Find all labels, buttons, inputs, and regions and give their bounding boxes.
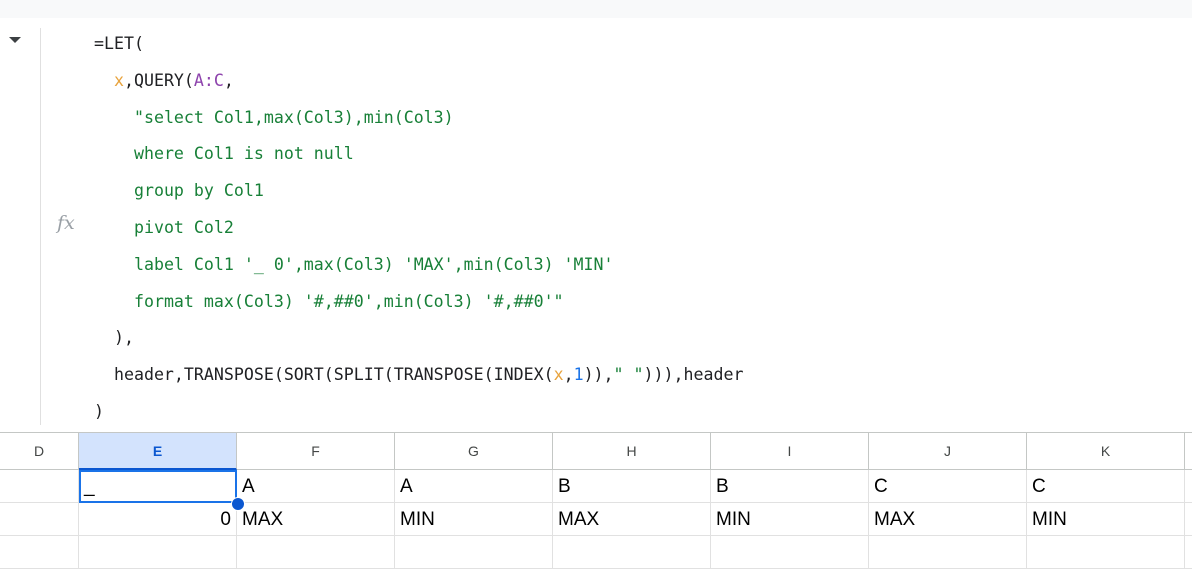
cell-f1[interactable]: A: [237, 470, 395, 502]
top-strip: [0, 0, 1192, 18]
formula-token: [94, 181, 134, 200]
cell-i2[interactable]: MIN: [711, 503, 869, 535]
formula-token: x: [553, 365, 564, 385]
formula-line: pivot Col2: [94, 210, 743, 247]
formula-token: [94, 292, 134, 311]
formula-token: format max(Col3) '#,##0',min(Col3) '#,##…: [133, 291, 564, 311]
column-header-j[interactable]: J: [869, 433, 1027, 470]
formula-line: ): [94, 394, 743, 431]
formula-line: header,TRANSPOSE(SORT(SPLIT(TRANSPOSE(IN…: [94, 357, 743, 394]
formula-bar-divider: [40, 28, 41, 425]
formula-token: pivot Col2: [133, 217, 234, 237]
formula-token: ,: [563, 365, 574, 385]
formula-token: [94, 71, 114, 90]
cell-g3[interactable]: [395, 536, 553, 568]
cell-k1[interactable]: C: [1027, 470, 1185, 502]
formula-token: ,QUERY(: [123, 70, 194, 90]
formula-token: [94, 108, 134, 127]
cell-j3[interactable]: [869, 536, 1027, 568]
cell-g1[interactable]: A: [395, 470, 553, 502]
formula-editor[interactable]: =LET( x,QUERY(A:C, "select Col1,max(Col3…: [94, 26, 743, 431]
formula-line: x,QUERY(A:C,: [94, 63, 743, 100]
formula-line: label Col1 '_ 0',max(Col3) 'MAX',min(Col…: [94, 247, 743, 284]
cell-j2[interactable]: MAX: [869, 503, 1027, 535]
table-row: [0, 536, 1192, 569]
cell-h3[interactable]: [553, 536, 711, 568]
cell-d3[interactable]: [0, 536, 79, 568]
formula-token: "select Col1,max(Col3),min(Col3): [133, 107, 454, 127]
table-row: 0 MAX MIN MAX MIN MAX MIN: [0, 503, 1192, 536]
cell-e1[interactable]: _: [79, 470, 237, 502]
column-header-g[interactable]: G: [395, 433, 553, 470]
cell-k3[interactable]: [1027, 536, 1185, 568]
fill-handle[interactable]: [231, 497, 245, 511]
formula-line: "select Col1,max(Col3),min(Col3): [94, 100, 743, 137]
formula-token: ,: [223, 70, 234, 90]
formula-token: x: [113, 70, 124, 90]
table-row: _ A A B B C C: [0, 470, 1192, 503]
formula-token: ): [94, 401, 104, 421]
column-header-e[interactable]: E: [79, 433, 237, 470]
cell-i3[interactable]: [711, 536, 869, 568]
formula-token: label Col1 '_ 0',max(Col3) 'MAX',min(Col…: [133, 254, 614, 274]
cell-g2[interactable]: MIN: [395, 503, 553, 535]
formula-token: [94, 144, 134, 163]
formula-line: ),: [94, 320, 743, 357]
formula-token: header,TRANSPOSE(SORT(SPLIT(TRANSPOSE(IN…: [94, 365, 554, 385]
cell-e3[interactable]: [79, 536, 237, 568]
formula-token: 1: [573, 365, 584, 385]
cell-d1[interactable]: [0, 470, 79, 502]
formula-line: =LET(: [94, 26, 743, 63]
formula-bar[interactable]: fx =LET( x,QUERY(A:C, "select Col1,max(C…: [0, 18, 1192, 432]
cell-h1[interactable]: B: [553, 470, 711, 502]
formula-token: " ": [613, 365, 644, 385]
column-header-i[interactable]: I: [711, 433, 869, 470]
formula-line: format max(Col3) '#,##0',min(Col3) '#,##…: [94, 284, 743, 321]
spreadsheet-grid[interactable]: D E F G H I J K _ A A B B C C 0 MAX MIN …: [0, 432, 1192, 569]
column-header-k[interactable]: K: [1027, 433, 1185, 470]
formula-token: [94, 218, 134, 237]
cell-k2[interactable]: MIN: [1027, 503, 1185, 535]
formula-line: where Col1 is not null: [94, 136, 743, 173]
formula-token: where Col1 is not null: [133, 144, 354, 164]
cell-h2[interactable]: MAX: [553, 503, 711, 535]
fx-icon: fx: [57, 212, 75, 234]
cell-i1[interactable]: B: [711, 470, 869, 502]
cell-f3[interactable]: [237, 536, 395, 568]
column-header-f[interactable]: F: [237, 433, 395, 470]
cell-e2[interactable]: 0: [79, 503, 237, 535]
formula-token: ))),header: [643, 365, 744, 385]
cell-d2[interactable]: [0, 503, 79, 535]
column-header-row: D E F G H I J K: [0, 432, 1192, 470]
formula-token: )),: [583, 365, 614, 385]
cell-f2[interactable]: MAX: [237, 503, 395, 535]
cell-j1[interactable]: C: [869, 470, 1027, 502]
collapse-formula-bar-button[interactable]: [6, 31, 24, 49]
column-header-h[interactable]: H: [553, 433, 711, 470]
formula-token: =LET(: [94, 34, 144, 53]
formula-token: group by Col1: [133, 181, 264, 201]
formula-token: [94, 255, 134, 274]
column-header-d[interactable]: D: [0, 433, 79, 470]
formula-line: group by Col1: [94, 173, 743, 210]
formula-token: A:C: [193, 70, 224, 90]
formula-token: ),: [94, 328, 134, 348]
